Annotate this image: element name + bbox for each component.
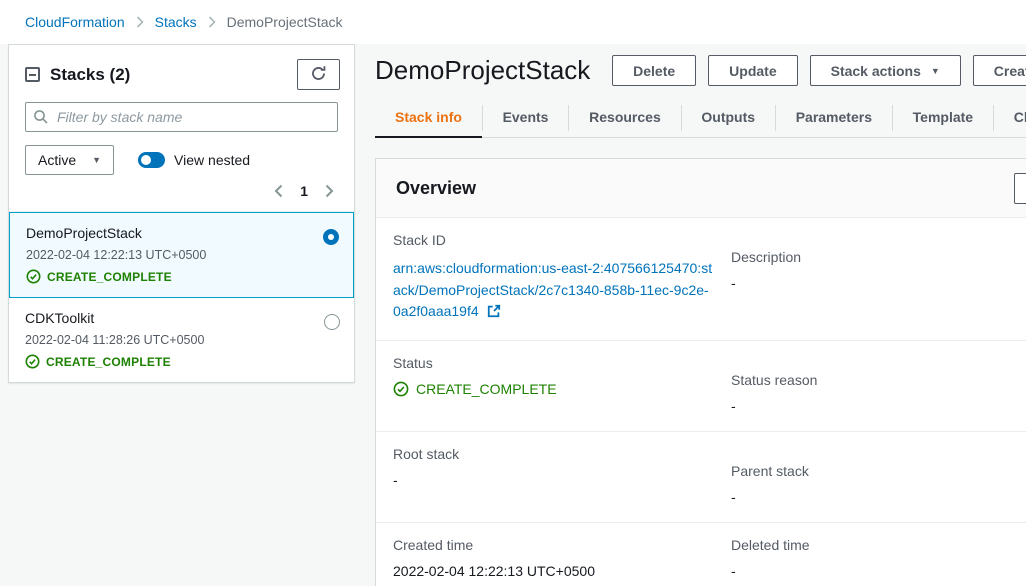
collapse-panel-icon[interactable] [25,67,40,82]
overview-row-status: Status CREATE_COMPLETE Status reason - [376,341,1026,432]
breadcrumb-cloudformation[interactable]: CloudFormation [25,14,125,30]
stack-radio-unselected[interactable] [324,314,340,330]
view-nested-toggle[interactable] [138,152,165,168]
created-time-field: Created time 2022-02-04 12:22:13 UTC+050… [393,537,711,579]
delete-button[interactable]: Delete [612,55,696,86]
created-time-value: 2022-02-04 12:22:13 UTC+0500 [393,563,711,579]
status-reason-label: Status reason [731,372,1026,388]
created-time-label: Created time [393,537,711,553]
overview-panel: Overview Stack ID arn:aws:cloudformation… [375,158,1026,586]
stack-actions-label: Stack actions [831,63,921,79]
filter-controls: Active ▼ View nested [9,145,354,175]
stack-id-link[interactable]: arn:aws:cloudformation:us-east-2:4075661… [393,258,713,323]
stack-name: DemoProjectStack [26,225,337,241]
root-stack-label: Root stack [393,446,711,462]
overview-panel-header: Overview [376,159,1026,218]
stack-id-field: Stack ID arn:aws:cloudformation:us-east-… [393,232,711,323]
overview-title: Overview [396,178,476,198]
current-page-number[interactable]: 1 [300,183,308,199]
description-value: - [731,275,1026,291]
tab-events[interactable]: Events [483,99,569,137]
time-fields-left: Created time 2022-02-04 12:22:13 UTC+050… [393,537,731,586]
stack-status-filter-value: Active [38,152,76,168]
status-badge: CREATE_COMPLETE [393,381,711,397]
tab-resources[interactable]: Resources [569,99,681,137]
breadcrumb-current: DemoProjectStack [227,14,343,30]
tab-change-sets[interactable]: Change sets [994,99,1026,137]
stack-action-buttons: Delete Update Stack actions ▼ Create sta… [612,55,1026,86]
breadcrumb-stacks[interactable]: Stacks [155,14,197,30]
overview-row-stack-id: Stack ID arn:aws:cloudformation:us-east-… [376,218,1026,341]
stack-filter [25,102,338,132]
stack-detail-tabs: Stack info Events Resources Outputs Para… [375,99,1026,138]
deleted-time-label: Deleted time [731,537,1026,553]
status-field: Status CREATE_COMPLETE [393,355,711,414]
tab-outputs[interactable]: Outputs [681,99,775,137]
check-circle-icon [393,381,409,397]
chevron-right-icon [136,16,144,28]
stack-id-label: Stack ID [393,232,711,248]
status-text: CREATE_COMPLETE [416,381,557,397]
stack-status-text: CREATE_COMPLETE [47,270,172,284]
stack-status-filter-select[interactable]: Active ▼ [25,145,114,175]
view-nested-label: View nested [174,152,250,168]
tab-stack-info[interactable]: Stack info [375,99,482,138]
stack-list: DemoProjectStack 2022-02-04 12:22:13 UTC… [9,211,354,382]
check-circle-icon [26,269,41,284]
stack-status: CREATE_COMPLETE [25,354,338,369]
stack-list-item-demoprojectstack[interactable]: DemoProjectStack 2022-02-04 12:22:13 UTC… [9,212,354,298]
refresh-button[interactable] [297,59,340,90]
search-icon [33,109,49,125]
external-link-icon [487,304,501,318]
overview-row-times: Created time 2022-02-04 12:22:13 UTC+050… [376,523,1026,586]
stack-detail-main: DemoProjectStack Delete Update Stack act… [375,44,1026,586]
next-page-icon[interactable] [325,184,334,198]
status-reason-value: - [731,398,1026,414]
overview-header-button[interactable] [1014,173,1026,204]
stack-name: CDKToolkit [25,310,338,326]
stack-list-item-cdktoolkit[interactable]: CDKToolkit 2022-02-04 11:28:26 UTC+0500 … [9,298,354,382]
overview-row-root-parent: Root stack - Parent stack - [376,432,1026,523]
stack-created-date: 2022-02-04 11:28:26 UTC+0500 [25,333,338,347]
parent-stack-value: - [731,489,1026,505]
create-stack-button[interactable]: Create stack ▼ [973,55,1026,86]
status-reason-field: Status reason - [731,372,1026,414]
breadcrumb: CloudFormation Stacks DemoProjectStack [0,0,1026,44]
stack-filter-input[interactable] [25,102,338,132]
stack-status-text: CREATE_COMPLETE [46,355,171,369]
create-stack-label: Create stack [994,63,1026,79]
cloudformation-console: CloudFormation Stacks DemoProjectStack S… [0,0,1026,586]
chevron-down-icon: ▼ [931,66,940,76]
root-stack-field: Root stack - [393,446,711,505]
parent-stack-label: Parent stack [731,463,1026,479]
deleted-time-value: - [731,563,1026,579]
stacks-count-title: Stacks (2) [50,65,297,85]
stacks-sidebar: Stacks (2) Active ▼ [8,44,355,383]
status-label: Status [393,355,711,371]
tab-parameters[interactable]: Parameters [776,99,892,137]
page-title: DemoProjectStack [375,55,612,86]
parent-stack-field: Parent stack - [731,463,1026,505]
stack-actions-button[interactable]: Stack actions ▼ [810,55,961,86]
stacks-sidebar-header: Stacks (2) [9,45,354,101]
update-button[interactable]: Update [708,55,797,86]
refresh-icon [310,65,327,85]
previous-page-icon[interactable] [274,184,283,198]
description-label: Description [731,249,1026,265]
root-stack-value: - [393,472,711,488]
check-circle-icon [25,354,40,369]
stack-radio-selected[interactable] [323,229,339,245]
stack-id-arn: arn:aws:cloudformation:us-east-2:4075661… [393,260,712,319]
stack-created-date: 2022-02-04 12:22:13 UTC+0500 [26,248,337,262]
stacks-pagination: 1 [9,175,354,211]
stack-status: CREATE_COMPLETE [26,269,337,284]
deleted-time-field: Deleted time - [731,537,1026,586]
chevron-down-icon: ▼ [92,155,101,165]
chevron-right-icon [208,16,216,28]
view-nested-toggle-group[interactable]: View nested [138,152,250,168]
description-field: Description - [731,249,1026,323]
stack-detail-header: DemoProjectStack Delete Update Stack act… [375,44,1026,86]
tab-template[interactable]: Template [893,99,993,137]
